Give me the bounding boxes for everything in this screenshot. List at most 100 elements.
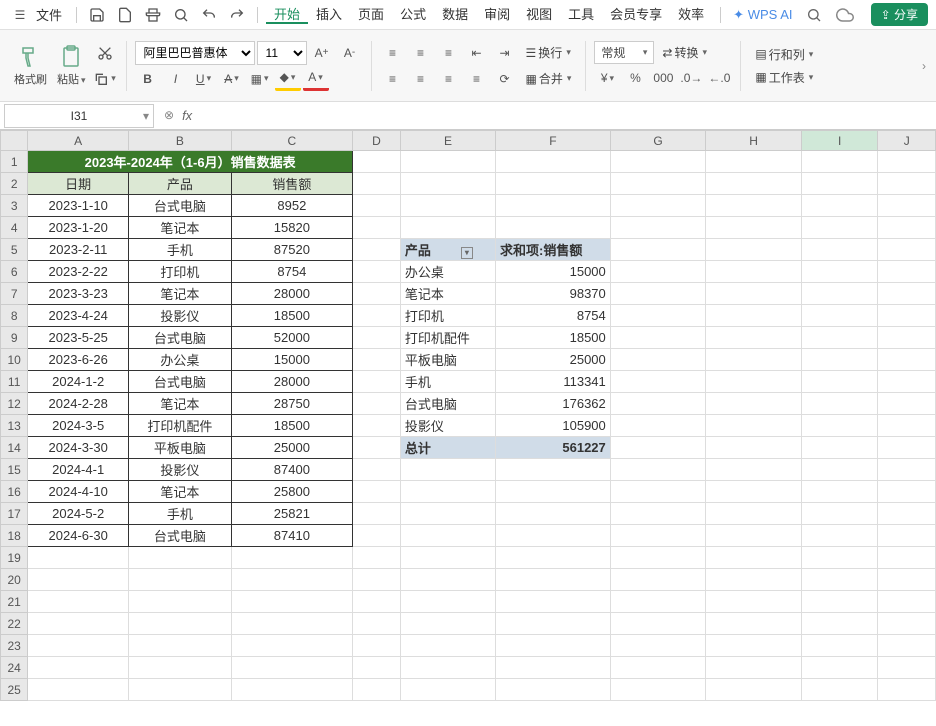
paste-button[interactable]: 粘贴▾ [53,41,90,91]
cell-C16[interactable]: 25800 [231,481,352,503]
cell-B8[interactable]: 投影仪 [129,305,232,327]
cell-G5[interactable] [610,239,706,261]
cell-E11[interactable]: 手机 [400,371,495,393]
cell-J13[interactable] [878,415,936,437]
align-middle-icon[interactable]: ≡ [408,41,434,65]
cell-E5[interactable]: 产品▾ [400,239,495,261]
align-left-icon[interactable]: ≡ [380,67,406,91]
cell-C10[interactable]: 15000 [231,349,352,371]
cell-I19[interactable] [801,547,878,569]
search-icon[interactable] [802,3,826,27]
cell-D3[interactable] [352,195,400,217]
cell-E8[interactable]: 打印机 [400,305,495,327]
cell-H16[interactable] [706,481,802,503]
cell-D19[interactable] [352,547,400,569]
cell-B12[interactable]: 笔记本 [129,393,232,415]
cell-D11[interactable] [352,371,400,393]
cell-B13[interactable]: 打印机配件 [129,415,232,437]
cell-I4[interactable] [801,217,878,239]
cell-B3[interactable]: 台式电脑 [129,195,232,217]
cell-E2[interactable] [400,173,495,195]
cell-I22[interactable] [801,613,878,635]
cell-D18[interactable] [352,525,400,547]
cell-C18[interactable]: 87410 [231,525,352,547]
cell-H8[interactable] [706,305,802,327]
cell-E13[interactable]: 投影仪 [400,415,495,437]
cell-J12[interactable] [878,393,936,415]
cell-I1[interactable] [801,151,878,173]
cell-H21[interactable] [706,591,802,613]
cell-C20[interactable] [231,569,352,591]
cell-J3[interactable] [878,195,936,217]
cell-F13[interactable]: 105900 [495,415,610,437]
cell-A19[interactable] [28,547,129,569]
number-format-select[interactable]: 常规▾ [594,41,654,64]
cell-I18[interactable] [801,525,878,547]
row-header-9[interactable]: 9 [1,327,28,349]
align-top-icon[interactable]: ≡ [380,41,406,65]
cell-D17[interactable] [352,503,400,525]
cell-D13[interactable] [352,415,400,437]
row-header-3[interactable]: 3 [1,195,28,217]
cell-F2[interactable] [495,173,610,195]
cell-D23[interactable] [352,635,400,657]
menu-icon[interactable]: ☰ [8,3,32,27]
cell-B21[interactable] [129,591,232,613]
cell-G4[interactable] [610,217,706,239]
cell-I23[interactable] [801,635,878,657]
row-header-17[interactable]: 17 [1,503,28,525]
cell-D5[interactable] [352,239,400,261]
fill-color-icon[interactable]: ◆▾ [275,67,301,91]
row-header-6[interactable]: 6 [1,261,28,283]
cell-C6[interactable]: 8754 [231,261,352,283]
wrap-text-button[interactable]: ☰ 换行▾ [520,41,577,65]
cell-H7[interactable] [706,283,802,305]
cell-A20[interactable] [28,569,129,591]
dec-dec-icon[interactable]: ←.0 [706,66,732,90]
cell-G22[interactable] [610,613,706,635]
cell-E12[interactable]: 台式电脑 [400,393,495,415]
cell-C21[interactable] [231,591,352,613]
tab-公式[interactable]: 公式 [392,7,434,22]
cell-H17[interactable] [706,503,802,525]
tab-工具[interactable]: 工具 [560,7,602,22]
align-center-icon[interactable]: ≡ [408,67,434,91]
col-header-F[interactable]: F [495,131,610,151]
col-header-J[interactable]: J [878,131,936,151]
col-header-C[interactable]: C [231,131,352,151]
cell-I3[interactable] [801,195,878,217]
cell-J8[interactable] [878,305,936,327]
cell-F14[interactable]: 561227 [495,437,610,459]
cell-B24[interactable] [129,657,232,679]
cell-A3[interactable]: 2023-1-10 [28,195,129,217]
cell-C25[interactable] [231,679,352,701]
cell-I5[interactable] [801,239,878,261]
cell-J10[interactable] [878,349,936,371]
indent-inc-icon[interactable]: ⇥ [492,41,518,65]
cell-F20[interactable] [495,569,610,591]
formula-input[interactable] [198,104,936,128]
cell-F12[interactable]: 176362 [495,393,610,415]
cell-E10[interactable]: 平板电脑 [400,349,495,371]
cell-J4[interactable] [878,217,936,239]
cell-I16[interactable] [801,481,878,503]
cell-F10[interactable]: 25000 [495,349,610,371]
cell-E3[interactable] [400,195,495,217]
percent-icon[interactable]: % [622,66,648,90]
cell-H25[interactable] [706,679,802,701]
cell-I11[interactable] [801,371,878,393]
cancel-formula-icon[interactable]: ⊗ [164,108,174,123]
cell-F22[interactable] [495,613,610,635]
cell-F24[interactable] [495,657,610,679]
cell-A12[interactable]: 2024-2-28 [28,393,129,415]
cell-D24[interactable] [352,657,400,679]
pivot-filter-icon[interactable]: ▾ [461,247,473,259]
cell-F18[interactable] [495,525,610,547]
cell-H6[interactable] [706,261,802,283]
cell-H1[interactable] [706,151,802,173]
cell-J11[interactable] [878,371,936,393]
cell-C11[interactable]: 28000 [231,371,352,393]
cell-J9[interactable] [878,327,936,349]
cell-H4[interactable] [706,217,802,239]
cell-E7[interactable]: 笔记本 [400,283,495,305]
